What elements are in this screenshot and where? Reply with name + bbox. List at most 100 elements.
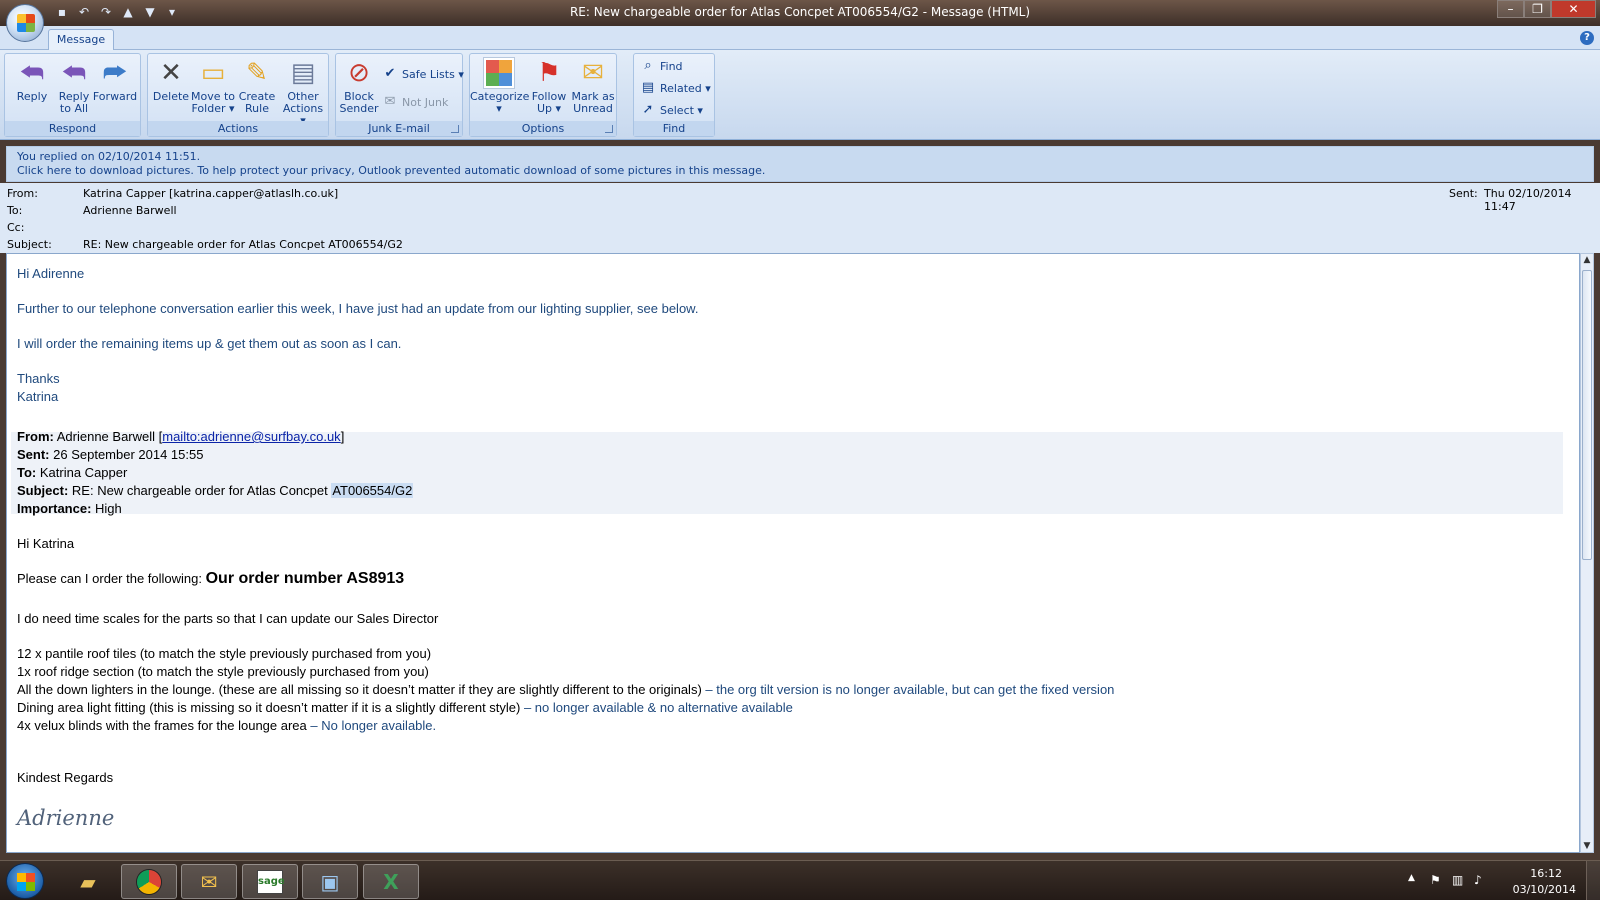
quoted-from: From: Adrienne Barwell [mailto:adrienne@…	[17, 429, 345, 444]
message-header: From: Katrina Capper [katrina.capper@atl…	[0, 183, 1600, 253]
group-label-find: Find	[634, 121, 714, 136]
not-junk-icon: ✉	[384, 94, 396, 109]
quoted-subject: Subject: RE: New chargeable order for At…	[17, 483, 414, 498]
follow-up-button[interactable]: ⚑ Follow Up ▾	[528, 56, 570, 120]
reply-icon: ⮪	[19, 58, 45, 88]
list-item: 12 x pantile roof tiles (to match the st…	[17, 646, 432, 661]
safe-lists-icon: ✔	[384, 66, 396, 81]
categorize-button[interactable]: Categorize ▾	[470, 56, 529, 120]
group-junk: ⊘ Block Sender ✔ Safe Lists ▾ ✉ Not Junk Ju…	[335, 53, 464, 137]
chrome-icon[interactable]	[121, 864, 177, 899]
select-button[interactable]: ➚ Select ▾	[640, 100, 703, 120]
safe-lists-button[interactable]: ✔ Safe Lists ▾	[382, 64, 464, 84]
block-sender-button[interactable]: ⊘ Block Sender	[336, 56, 382, 120]
quoted-importance: Importance: High	[17, 501, 122, 516]
sage-icon[interactable]: sage	[242, 864, 298, 899]
minimize-icon[interactable]: –	[1497, 0, 1524, 18]
maximize-icon[interactable]: ❐	[1524, 0, 1551, 18]
thanks: Thanks	[17, 371, 60, 386]
folder-icon: ▭	[200, 58, 226, 88]
system-tray: ▲ ⚑ ▥ ♪ 16:12 03/10/2014	[1390, 861, 1600, 900]
to-value[interactable]: Adrienne Barwell	[83, 204, 177, 217]
not-junk-button[interactable]: ✉ Not Junk	[382, 92, 449, 112]
selected-text[interactable]: AT006554/G2	[331, 483, 414, 498]
greeting-2: Hi Katrina	[17, 536, 75, 551]
binoculars-icon: ⌕	[644, 58, 652, 73]
other-actions-icon: ▤	[290, 58, 316, 88]
network-icon[interactable]: ▥	[1452, 873, 1463, 887]
info-bar[interactable]: You replied on 02/10/2014 11:51. Click h…	[6, 146, 1594, 182]
mark-unread-button[interactable]: ✉ Mark as Unread	[570, 56, 616, 120]
clock-date[interactable]: 03/10/2014	[1513, 883, 1576, 896]
reply-status: You replied on 02/10/2014 11:51.	[17, 150, 201, 163]
other-actions-button[interactable]: ▤Other Actions ▾	[280, 56, 326, 127]
sent-label: Sent:	[1449, 187, 1478, 200]
help-icon[interactable]: ?	[1580, 31, 1594, 45]
taskbar: ▰ ✉ sage ▣ X ▲ ⚑ ▥ ♪ 16:12 03/10/2014	[0, 860, 1600, 900]
office-button[interactable]	[6, 4, 44, 42]
clock-time[interactable]: 16:12	[1530, 867, 1562, 880]
to-label: To:	[7, 204, 23, 217]
group-label-junk: Junk E-mail	[336, 121, 462, 136]
related-button[interactable]: ▤ Related ▾	[640, 78, 711, 98]
from-value[interactable]: Katrina Capper [katrina.capper@atlaslh.c…	[83, 187, 338, 200]
subject-label: Subject:	[7, 238, 52, 251]
timescales: I do need time scales for the parts so t…	[17, 611, 439, 626]
scroll-down-icon[interactable]: ▼	[1582, 841, 1592, 851]
action-center-flag-icon[interactable]: ⚑	[1430, 873, 1441, 887]
volume-icon[interactable]: ♪	[1474, 873, 1482, 887]
title-bar: ▪ ↶ ↷ ▲ ▼ ▾ RE: New chargeable order for…	[0, 0, 1600, 42]
download-pictures-notice[interactable]: Click here to download pictures. To help…	[17, 164, 1583, 178]
reply-all-icon: ⮪	[61, 58, 87, 88]
scroll-thumb[interactable]	[1582, 270, 1592, 560]
show-desktop-button[interactable]	[1586, 861, 1600, 900]
vertical-scrollbar[interactable]: ▲ ▼	[1580, 253, 1594, 853]
message-body[interactable]: Hi Adirenne Further to our telephone con…	[6, 253, 1580, 853]
quoted-sent: Sent: 26 September 2014 15:55	[17, 447, 204, 462]
scroll-up-icon[interactable]: ▲	[1582, 255, 1592, 265]
list-item: 4x velux blinds with the frames for the …	[17, 718, 437, 733]
options-dialog-launcher-icon[interactable]	[605, 125, 613, 133]
signoff: Katrina	[17, 389, 59, 404]
junk-dialog-launcher-icon[interactable]	[451, 125, 459, 133]
create-rule-button[interactable]: ✎ Create Rule	[234, 56, 280, 120]
show-hidden-icons-icon[interactable]: ▲	[1408, 873, 1415, 883]
group-label-options: Options	[470, 121, 616, 136]
tab-message[interactable]: Message	[48, 29, 114, 51]
ribbon: ⮪ Reply ⮪ Reply to All ⮫ Forward Respond ✕ D…	[0, 50, 1600, 140]
move-to-folder-button[interactable]: ▭ Move to Folder ▾	[190, 56, 236, 120]
from-label: From:	[7, 187, 38, 200]
office-logo-icon	[17, 14, 35, 32]
ribbon-tabs: Message ?	[0, 26, 1600, 51]
close-icon[interactable]: ✕	[1551, 0, 1596, 18]
related-icon: ▤	[641, 80, 655, 95]
mark-unread-icon: ✉	[582, 58, 604, 88]
sent-value: Thu 02/10/2014 11:47	[1484, 187, 1572, 213]
window-title: RE: New chargeable order for Atlas Concp…	[569, 5, 1031, 19]
outlook-icon[interactable]: ✉	[181, 864, 237, 899]
forward-button[interactable]: ⮫ Forward	[91, 56, 139, 120]
mailto-link[interactable]: mailto:adrienne@surfbay.co.uk	[162, 429, 340, 444]
signature: Adrienne	[17, 806, 115, 830]
block-sender-icon: ⊘	[348, 58, 370, 88]
rule-icon: ✎	[246, 58, 268, 88]
explorer-icon[interactable]: ▰	[60, 864, 116, 899]
delete-button[interactable]: ✕ Delete	[148, 56, 194, 120]
flag-icon: ⚑	[537, 58, 561, 88]
remote-desktop-icon[interactable]: ▣	[302, 864, 358, 899]
excel-icon[interactable]: X	[363, 864, 419, 899]
order-number: Our order number AS8913	[205, 570, 405, 587]
subject-value: RE: New chargeable order for Atlas Concp…	[83, 238, 403, 251]
forward-icon: ⮫	[102, 58, 128, 88]
find-button[interactable]: ⌕ Find	[640, 56, 682, 76]
list-item: All the down lighters in the lounge. (th…	[17, 682, 1115, 697]
windows-logo-icon	[17, 873, 35, 891]
paragraph-order: I will order the remaining items up & ge…	[17, 336, 402, 351]
reply-button[interactable]: ⮪ Reply	[9, 56, 55, 120]
greeting: Hi Adirenne	[17, 266, 85, 281]
regards: Kindest Regards	[17, 770, 114, 785]
group-label-respond: Respond	[5, 121, 140, 136]
cc-label: Cc:	[7, 221, 25, 234]
order-line: Please can I order the following: Our or…	[17, 570, 405, 587]
start-button[interactable]	[6, 863, 44, 899]
